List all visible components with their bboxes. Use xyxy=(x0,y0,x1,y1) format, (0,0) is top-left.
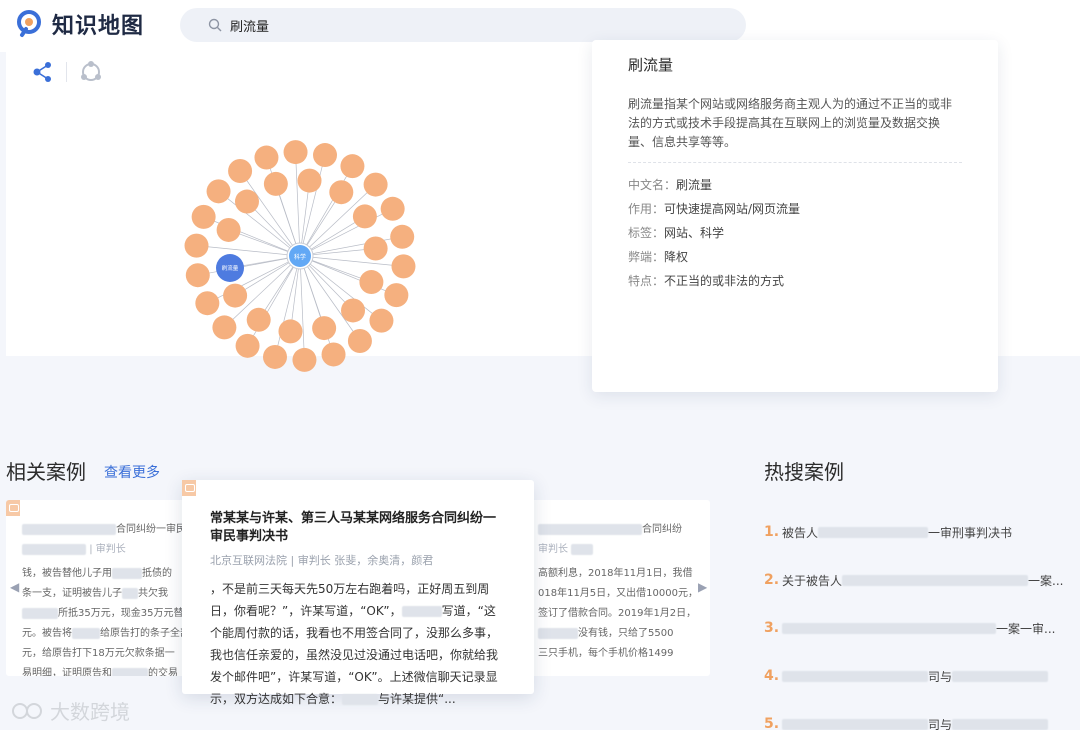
graph-node[interactable] xyxy=(184,233,209,258)
graph-node[interactable] xyxy=(223,283,248,308)
field-function: 作用：可快速提高网站/网页流量 xyxy=(628,202,801,216)
case-card-left[interactable]: 合同纠纷一审民 | 审判长 钱，被告替他儿子用 抵债的 条一支，证明被告儿子 共欠我… xyxy=(6,500,186,676)
graph-node[interactable] xyxy=(262,344,287,369)
graph-node[interactable] xyxy=(235,333,260,358)
graph-node[interactable] xyxy=(390,224,415,249)
graph-node[interactable] xyxy=(369,308,394,333)
graph-node[interactable] xyxy=(359,270,384,295)
case-card-right[interactable]: 合同纠纷 审判长 高额利息，2018年11月1日，我借 018年11月5日，又出… xyxy=(528,500,710,676)
graph-node[interactable] xyxy=(191,204,216,229)
graph-node[interactable] xyxy=(278,319,303,344)
graph-node[interactable] xyxy=(329,180,354,205)
graph-node[interactable] xyxy=(216,217,241,242)
graph-node[interactable] xyxy=(312,316,337,341)
case-right-content: 合同纠纷 审判长 高额利息，2018年11月1日，我借 018年11月5日，又出… xyxy=(538,523,698,659)
graph-node[interactable] xyxy=(263,171,288,196)
graph-node[interactable] xyxy=(292,347,317,372)
graph-node[interactable] xyxy=(185,263,210,288)
graph-node[interactable] xyxy=(384,283,409,308)
graph-node[interactable] xyxy=(347,329,372,354)
field-chinese-name: 中文名：刷流量 xyxy=(628,178,713,192)
hot-item[interactable]: 3. 一案一审... xyxy=(764,604,1074,652)
graph-node[interactable] xyxy=(254,145,279,170)
share-graph-icon[interactable] xyxy=(32,61,54,83)
case-left-content: 合同纠纷一审民 | 审判长 钱，被告替他儿子用 抵债的 条一支，证明被告儿子 共欠我… xyxy=(6,500,186,676)
graph-toolbar xyxy=(32,60,103,84)
graph-node[interactable] xyxy=(246,307,271,332)
prev-arrow-icon[interactable]: ◀ xyxy=(10,580,19,594)
graph-node[interactable] xyxy=(234,189,259,214)
circle-layout-icon[interactable] xyxy=(79,60,103,84)
concept-info-card: 刷流量 刷流量指某个网站或网络服务商主观人为的通过不正当的或非法的方式或技术手段… xyxy=(592,40,998,392)
graph-node[interactable] xyxy=(195,291,220,316)
hot-cases-title: 热搜案例 xyxy=(764,460,844,484)
hot-item[interactable]: 5. 司与 xyxy=(764,700,1074,730)
related-cases-title: 相关案例 xyxy=(6,460,86,484)
graph-node[interactable] xyxy=(340,154,365,179)
concept-description: 刷流量指某个网站或网络服务商主观人为的通过不正当的或非法的方式或技术手段提高其在… xyxy=(628,95,962,163)
toolbar-divider xyxy=(66,62,67,82)
case-title[interactable]: 常某某与许某、第三人马某某网络服务合同纠纷一审民事判决书 xyxy=(210,510,506,546)
graph-edge xyxy=(196,245,301,257)
logo-text: 知识地图 xyxy=(52,14,145,39)
graph-node[interactable] xyxy=(313,143,338,168)
graph-node[interactable] xyxy=(228,158,253,183)
search-icon xyxy=(208,18,222,32)
graph-node[interactable] xyxy=(321,342,346,367)
watermark-logo-icon xyxy=(12,702,42,719)
main-node-label[interactable]: 刷流量 xyxy=(222,264,239,272)
case-excerpt: ，不是前三天每天先50万左右跑着吗，正好周五到周日，你看呢？”，许某写道，“OK… xyxy=(210,582,499,706)
concept-fields: 中文名：刷流量 作用：可快速提高网站/网页流量 标签：网站、科学 弊端：降权 特… xyxy=(628,173,962,293)
search-input[interactable] xyxy=(230,17,710,33)
graph-node[interactable] xyxy=(341,298,366,323)
graph-node[interactable] xyxy=(363,236,388,261)
graph-edge xyxy=(299,255,397,296)
graph-edge xyxy=(299,255,305,360)
hot-cases-list: 1. 被告人 一审刑事判决书 2. 关于被告人 一案... 3. 一案一审... 4. 司与… xyxy=(764,508,1074,730)
field-drawback: 弊端：降权 xyxy=(628,250,689,264)
logo[interactable]: 知识地图 xyxy=(16,8,144,40)
field-feature: 特点：不正当的或非法的方式 xyxy=(628,274,785,288)
graph-node[interactable] xyxy=(297,168,322,193)
hot-item[interactable]: 2. 关于被告人 一案... xyxy=(764,556,1074,604)
graph-node[interactable] xyxy=(391,254,416,279)
case-court: 北京互联网法院 | 审判长 张斐，余奥清，颜君 xyxy=(210,554,434,567)
graph-edge xyxy=(295,152,301,257)
graph-node[interactable] xyxy=(363,172,388,197)
graph-node[interactable] xyxy=(380,196,405,221)
hot-item[interactable]: 1. 被告人 一审刑事判决书 xyxy=(764,508,1074,556)
graph-node[interactable] xyxy=(206,179,231,204)
graph-node[interactable] xyxy=(283,140,308,165)
next-arrow-icon[interactable]: ▶ xyxy=(698,580,707,594)
graph-edge xyxy=(299,255,404,267)
graph-edge xyxy=(203,216,301,257)
search-bar[interactable] xyxy=(180,8,746,42)
graph-node[interactable] xyxy=(352,204,377,229)
see-more-link[interactable]: 查看更多 xyxy=(104,462,160,482)
graph-node[interactable] xyxy=(212,315,237,340)
watermark: 大数跨境 xyxy=(10,696,130,725)
field-tags: 标签：网站、科学 xyxy=(628,226,725,240)
hot-item[interactable]: 4. 司与 xyxy=(764,652,1074,700)
knowledge-graph[interactable]: 科学刷流量 xyxy=(166,124,446,408)
bookmark-icon xyxy=(6,500,20,516)
concept-title: 刷流量 xyxy=(628,56,674,74)
case-card-main[interactable]: 常某某与许某、第三人马某某网络服务合同纠纷一审民事判决书 北京互联网法院 | 审… xyxy=(182,480,534,706)
logo-icon xyxy=(17,10,41,37)
bookmark-icon xyxy=(182,480,196,496)
hub-node-label[interactable]: 科学 xyxy=(294,253,306,261)
